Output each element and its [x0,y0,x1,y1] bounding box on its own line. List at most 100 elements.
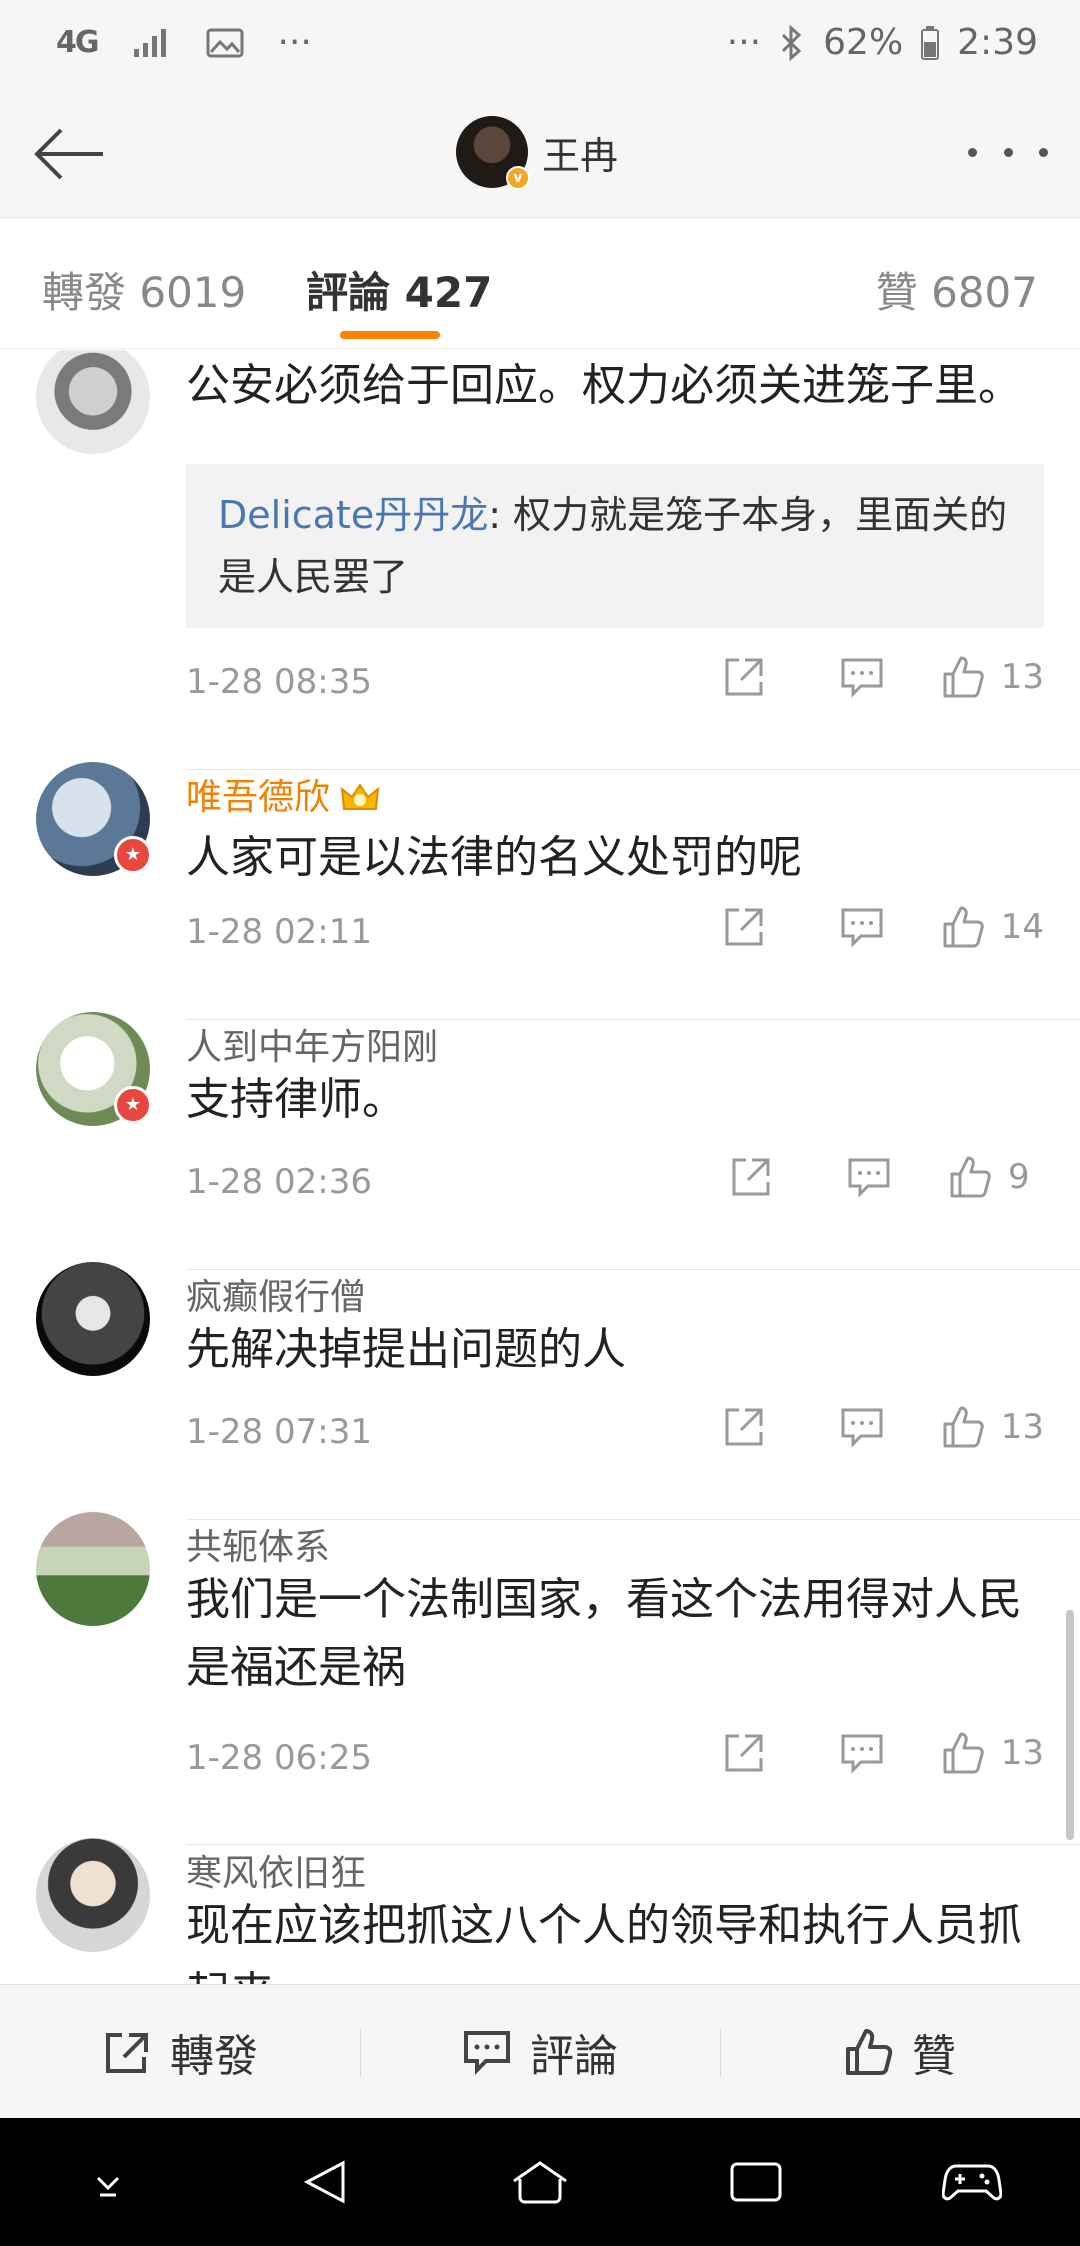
comment-username[interactable]: 唯吾德欣 [186,768,380,820]
like-icon[interactable] [941,1404,987,1450]
gallery-icon [206,28,243,57]
page-title: 王冉 [542,133,619,178]
gamepad-icon [942,2164,1002,2201]
network-type: 4G [56,25,99,60]
battery-icon [921,25,940,60]
nav-back-button[interactable] [284,2142,364,2222]
scrollbar[interactable] [1066,1610,1074,1840]
share-icon[interactable] [721,1730,767,1776]
like-count: 13 [1000,1733,1044,1773]
battery-percent: 62% [823,22,904,63]
back-arrow-icon [34,128,103,180]
comment-icon[interactable] [839,654,885,700]
more-options-button[interactable] [968,130,1048,174]
comment-icon[interactable] [846,1154,892,1200]
like-icon[interactable] [941,654,987,700]
repost-icon [106,2032,148,2073]
share-icon[interactable] [721,904,767,950]
share-icon[interactable] [721,654,767,700]
like-icon [846,2028,893,2075]
tab-comments[interactable]: 評論 427 [306,259,492,320]
avatar[interactable]: ★ [36,1012,152,1126]
home-icon [513,2161,567,2204]
comment-username[interactable]: 人到中年方阳刚 [186,1018,438,1070]
reply-username[interactable]: Delicate丹丹龙 [218,493,488,537]
avatar[interactable] [36,1838,150,1952]
avatar: v [456,116,530,190]
comment-button[interactable]: 評論 [360,1985,720,2118]
comment-text: 公安必须给于回应。权力必须关进笼子里。 [186,360,1022,411]
triangle-back-icon [303,2160,345,2204]
comment-text: 支持律师。 [186,1074,406,1125]
comment-list[interactable]: yvwl 公安必须给于回应。权力必须关进笼子里。 Delicate丹丹龙: 权力… [0,350,1080,1984]
comment-icon[interactable] [839,1730,885,1776]
like-icon[interactable] [948,1154,994,1200]
verified-icon: v [506,166,530,190]
recents-icon [730,2162,782,2202]
like-button[interactable]: 贊 [720,1985,1080,2118]
profile-title[interactable]: v 王冉 [456,116,619,190]
nav-recents-button[interactable] [716,2142,796,2222]
bluetooth-icon [782,24,802,61]
comment-time: 1-28 07:31 [186,1412,372,1452]
comment-icon[interactable] [839,904,885,950]
tab-reposts[interactable]: 轉發 6019 [42,259,246,320]
share-icon[interactable] [728,1154,774,1200]
nav-home-button[interactable] [500,2142,580,2222]
comment-actions: 14 [721,904,1044,950]
more-dot-icon [1039,147,1048,157]
comment-username[interactable]: 寒风依旧狂 [186,1844,366,1896]
comment-icon[interactable] [839,1404,885,1450]
vip-crown-icon [340,783,380,810]
star-badge-icon: ★ [114,836,152,874]
like-count: 14 [1000,907,1044,947]
repost-label: 轉發 [170,2030,258,2082]
comment-text: 我们是一个法制国家，看这个法用得对人民是福还是祸 [186,1574,1022,1693]
top-bar: v 王冉 [0,90,1080,218]
clock: 2:39 [957,22,1038,63]
more-dot-icon [968,147,977,157]
status-bar: 4G ··· ··· 62% 2:39 [0,0,1080,90]
comment-icon [464,2030,510,2075]
comment-time: 1-28 08:35 [186,662,372,702]
system-nav-bar [0,2118,1080,2246]
comment-actions: 13 [721,1730,1044,1776]
hide-keyboard-button[interactable] [68,2142,148,2222]
tab-likes[interactable]: 贊 6807 [876,259,1038,320]
star-badge-icon: ★ [114,1086,152,1124]
comment-actions: 9 [728,1154,1044,1200]
more-status: ··· [726,22,762,63]
active-tab-indicator [340,331,440,339]
comment-time: 1-28 02:11 [186,912,372,952]
like-count: 13 [1000,1407,1044,1447]
comment-text: 先解决掉提出问题的人 [186,1324,626,1375]
like-count: 9 [1008,1157,1030,1197]
bottom-toolbar: 轉發 評論 贊 [0,1984,1080,2118]
like-count: 13 [1000,657,1044,697]
comment-text: 人家可是以法律的名义处罚的呢 [186,832,802,883]
avatar[interactable] [36,1262,150,1376]
share-icon[interactable] [721,1404,767,1450]
comment-username[interactable]: 疯癫假行僧 [186,1268,366,1320]
comment-actions: 13 [721,1404,1044,1450]
like-icon[interactable] [941,904,987,950]
repost-button[interactable]: 轉發 [0,1985,360,2118]
back-button[interactable] [24,114,114,194]
signal-icon [133,28,166,57]
username-text: 唯吾德欣 [186,777,331,818]
chevron-down-icon [96,2176,120,2197]
comment-time: 1-28 06:25 [186,1738,372,1778]
avatar[interactable] [36,1512,150,1626]
more-dot-icon [1003,147,1013,157]
like-icon[interactable] [941,1730,987,1776]
comment-username[interactable]: 共轭体系 [186,1518,330,1570]
comment-actions: 13 [721,654,1044,700]
comment-text: 现在应该把抓这八个人的领导和执行人员抓起来 [186,1900,1022,1984]
comment-label: 評論 [530,2030,618,2082]
avatar[interactable]: ★ [36,762,152,876]
like-label: 贊 [912,2030,956,2082]
more-notifications: ··· [277,22,312,63]
avatar[interactable] [36,350,150,454]
game-tools-button[interactable] [932,2142,1012,2222]
reply-preview[interactable]: Delicate丹丹龙: 权力就是笼子本身，里面关的是人民罢了 [186,464,1044,628]
